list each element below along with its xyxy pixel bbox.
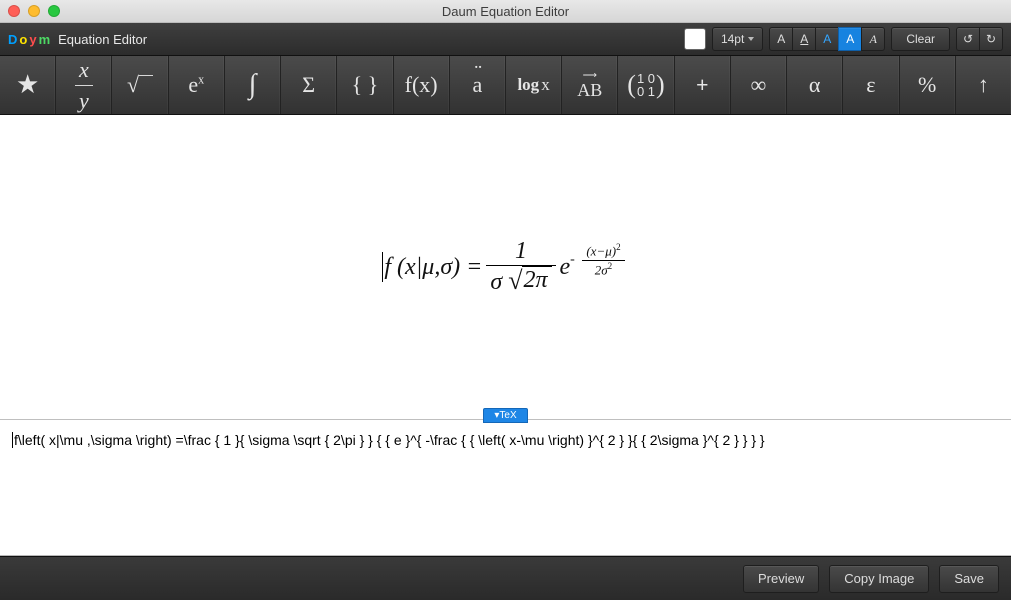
star-icon: ★ bbox=[16, 70, 39, 100]
sqrt-icon: √ bbox=[127, 72, 153, 98]
tex-source-text: f\left( x|\mu ,\sigma \right) =\frac { 1… bbox=[14, 432, 765, 448]
favorites-button[interactable]: ★ bbox=[0, 56, 56, 114]
sqrt-button[interactable]: √ bbox=[112, 56, 168, 114]
tex-source-editor[interactable]: f\left( x|\mu ,\sigma \right) =\frac { 1… bbox=[0, 420, 1011, 556]
minimize-window-button[interactable] bbox=[28, 5, 40, 17]
sigma-icon: Σ bbox=[302, 72, 315, 98]
fraction-button[interactable]: xy bbox=[56, 56, 112, 114]
vector-button[interactable]: ⟶AB bbox=[562, 56, 618, 114]
tex-cursor bbox=[12, 432, 13, 448]
edit-cursor bbox=[382, 252, 383, 282]
color-picker[interactable] bbox=[684, 28, 706, 50]
alpha-button[interactable]: α bbox=[787, 56, 843, 114]
arrow-up-icon: ↑ bbox=[978, 72, 989, 98]
undo-redo-group: ↺ ↻ bbox=[956, 27, 1003, 51]
undo-icon: ↺ bbox=[963, 32, 973, 46]
app-toolbar: Doym Equation Editor 14pt A A A A A Clea… bbox=[0, 23, 1011, 56]
exponent-button[interactable]: ex bbox=[169, 56, 225, 114]
log-button[interactable]: logx bbox=[506, 56, 562, 114]
window-controls bbox=[0, 5, 60, 17]
equation-exponent: - (x−μ)2 2σ2 bbox=[570, 242, 628, 278]
epsilon-button[interactable]: ε bbox=[843, 56, 899, 114]
percent-button[interactable]: % bbox=[900, 56, 956, 114]
brand-logo: Doym Equation Editor bbox=[8, 32, 147, 47]
sum-button[interactable]: Σ bbox=[281, 56, 337, 114]
integral-button[interactable]: ∫ bbox=[225, 56, 281, 114]
undo-button[interactable]: ↺ bbox=[956, 27, 979, 51]
equation-lhs: f (x|μ,σ) = bbox=[384, 254, 482, 281]
matrix-button[interactable]: ( 1 00 1 ) bbox=[618, 56, 674, 114]
equation-preview[interactable]: f (x|μ,σ) = 1 σ √2π e - (x−μ)2 2σ2 bbox=[0, 115, 1011, 419]
integral-icon: ∫ bbox=[249, 69, 257, 101]
chevron-down-icon bbox=[748, 37, 754, 41]
style-underline-button[interactable]: A bbox=[792, 27, 815, 51]
redo-button[interactable]: ↻ bbox=[979, 27, 1003, 51]
preview-button[interactable]: Preview bbox=[743, 565, 819, 593]
style-active-button[interactable]: A bbox=[838, 27, 861, 51]
copy-image-button[interactable]: Copy Image bbox=[829, 565, 929, 593]
arrow-up-button[interactable]: ↑ bbox=[956, 56, 1011, 114]
equation-main-fraction: 1 σ √2π bbox=[486, 238, 555, 296]
brand-text: Equation Editor bbox=[58, 32, 147, 47]
fx-button[interactable]: f(x) bbox=[394, 56, 450, 114]
infinity-button[interactable]: ∞ bbox=[731, 56, 787, 114]
style-italic-button[interactable]: A bbox=[861, 27, 885, 51]
redo-icon: ↻ bbox=[986, 32, 996, 46]
braces-button[interactable]: { } bbox=[337, 56, 393, 114]
style-a1-button[interactable]: A bbox=[769, 27, 792, 51]
window-title: Daum Equation Editor bbox=[0, 4, 1011, 19]
footer-bar: Preview Copy Image Save bbox=[0, 556, 1011, 600]
text-style-group: A A A A A bbox=[769, 27, 885, 51]
font-size-label: 14pt bbox=[721, 32, 744, 46]
tex-panel: ▾TeX f\left( x|\mu ,\sigma \right) =\fra… bbox=[0, 419, 1011, 556]
operator-plus-button[interactable]: + bbox=[675, 56, 731, 114]
titlebar: Daum Equation Editor bbox=[0, 0, 1011, 23]
zoom-window-button[interactable] bbox=[48, 5, 60, 17]
save-button[interactable]: Save bbox=[939, 565, 999, 593]
close-window-button[interactable] bbox=[8, 5, 20, 17]
tex-tab[interactable]: ▾TeX bbox=[483, 408, 527, 423]
style-color-button[interactable]: A bbox=[815, 27, 838, 51]
clear-button[interactable]: Clear bbox=[891, 27, 950, 51]
accent-button[interactable]: a bbox=[450, 56, 506, 114]
rendered-equation: f (x|μ,σ) = 1 σ √2π e - (x−μ)2 2σ2 bbox=[382, 238, 628, 296]
font-size-dropdown[interactable]: 14pt bbox=[712, 27, 763, 51]
symbol-bar: ★ xy √ ex ∫ Σ { } f(x) a logx ⟶AB ( 1 00… bbox=[0, 56, 1011, 115]
equation-e: e bbox=[560, 254, 571, 281]
